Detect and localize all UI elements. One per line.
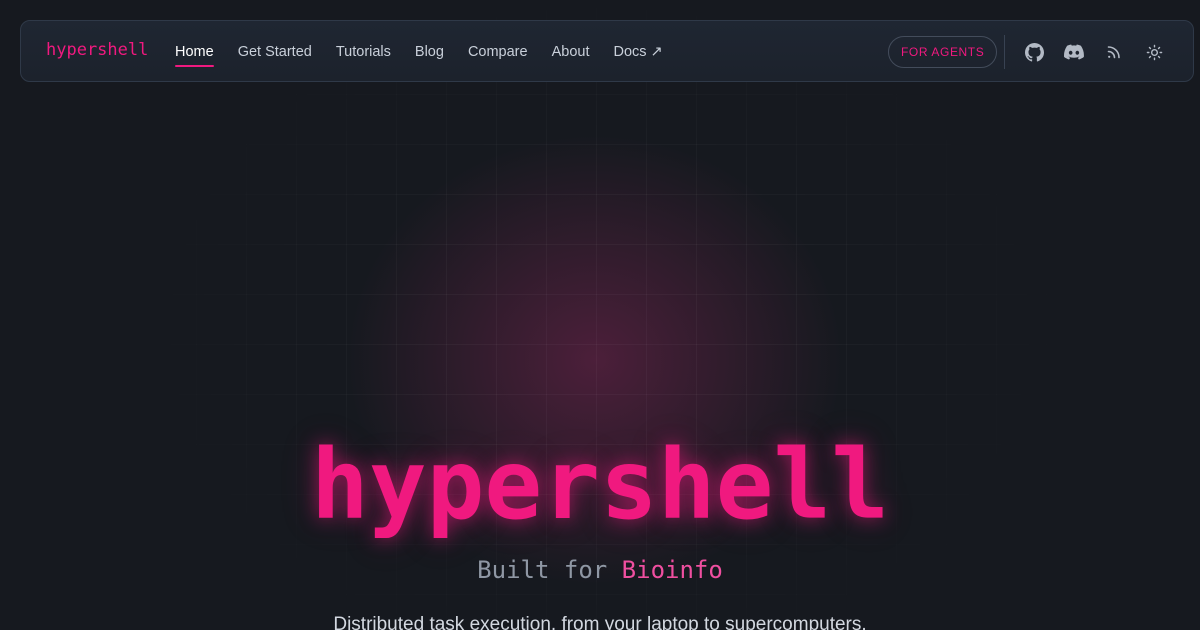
nav-link-about[interactable]: About	[552, 44, 590, 60]
hero-subtitle: Built for Bioinfo	[0, 555, 1200, 585]
rss-icon[interactable]	[1104, 42, 1124, 62]
nav-link-docs[interactable]: Docs ↗	[613, 44, 662, 60]
hero-title: hypershell	[311, 429, 889, 541]
hero-subtitle-prefix: Built for	[477, 556, 622, 584]
nav-divider	[1004, 35, 1005, 69]
brand-logo[interactable]: hypershell	[46, 40, 148, 60]
nav-links: Home Get Started Tutorials Blog Compare …	[175, 21, 687, 83]
nav-link-compare[interactable]: Compare	[468, 44, 528, 60]
github-icon[interactable]	[1024, 42, 1044, 62]
nav-link-blog[interactable]: Blog	[415, 44, 444, 60]
page: hypershell Home Get Started Tutorials Bl…	[0, 0, 1200, 630]
hero-description: Distributed task execution, from your la…	[333, 614, 867, 630]
top-navbar: hypershell Home Get Started Tutorials Bl…	[20, 20, 1194, 82]
theme-toggle-sun-icon[interactable]	[1144, 42, 1164, 62]
for-agents-button[interactable]: FOR AGENTS	[888, 36, 998, 68]
nav-link-home[interactable]: Home	[175, 44, 214, 67]
nav-link-tutorials[interactable]: Tutorials	[336, 44, 391, 60]
nav-link-get-started[interactable]: Get Started	[238, 44, 312, 60]
discord-icon[interactable]	[1064, 42, 1084, 62]
hero-subtitle-accent: Bioinfo	[621, 556, 723, 584]
